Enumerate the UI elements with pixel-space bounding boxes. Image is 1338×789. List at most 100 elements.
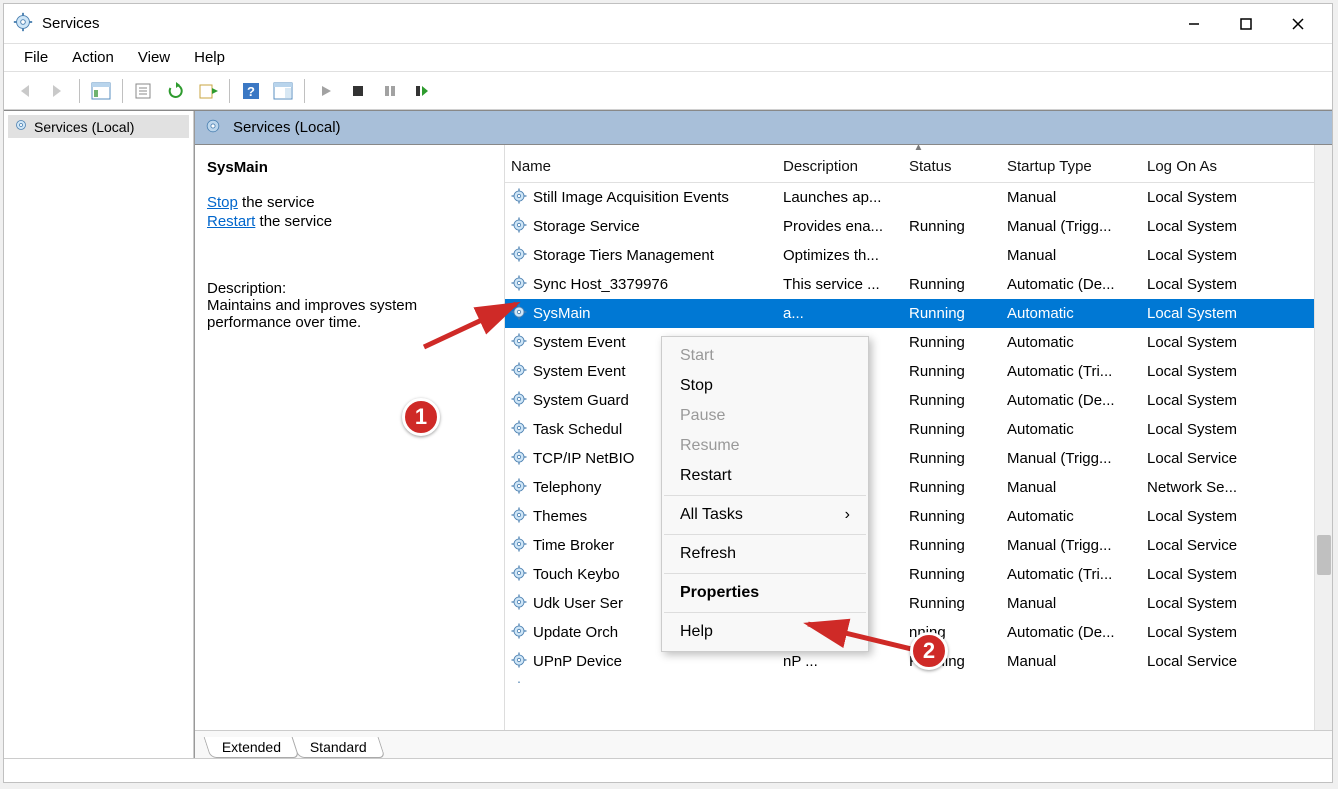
service-logon-as: Local System (1141, 330, 1281, 355)
stop-link-line: Stop the service (207, 194, 492, 211)
ctx-start: Start (662, 341, 868, 371)
service-row[interactable]: TCP/IP NetBIOup...RunningManual (Trigg..… (505, 444, 1332, 473)
service-status: Running (903, 446, 1001, 471)
column-startup-type[interactable]: Startup Type (1001, 151, 1141, 182)
menu-action[interactable]: Action (60, 46, 126, 69)
service-status (903, 252, 1001, 260)
toolbar: ? (4, 72, 1332, 110)
services-window: Services File Action View Help ? (3, 3, 1333, 783)
service-status: Running (903, 330, 1001, 355)
column-name[interactable]: Name (505, 151, 777, 182)
properties-toolbar-button[interactable] (130, 77, 158, 105)
service-status: Running (903, 591, 1001, 616)
service-logon-as: Local System (1141, 678, 1281, 683)
service-row[interactable]: Themesse...RunningAutomaticLocal System (505, 502, 1332, 531)
service-startup-type: Automatic (1001, 301, 1141, 326)
service-description: nP ... (777, 649, 903, 674)
service-status: nning (903, 620, 1001, 645)
service-row[interactable]: UPnP DevicenP ...RunningManualLocal Serv… (505, 647, 1332, 676)
ctx-stop[interactable]: Stop (662, 371, 868, 401)
ctx-help[interactable]: Help (662, 617, 868, 647)
column-status[interactable]: Status (903, 151, 1001, 182)
maximize-button[interactable] (1220, 6, 1272, 42)
help-toolbar-button[interactable]: ? (237, 77, 265, 105)
gear-icon (509, 302, 529, 326)
service-row[interactable]: Storage Tiers ManagementOptimizes th...M… (505, 241, 1332, 270)
tree-services-local[interactable]: Services (Local) (8, 115, 189, 138)
service-status: Running (903, 533, 1001, 558)
service-row[interactable]: SysMaina...RunningAutomaticLocal System (505, 299, 1332, 328)
ctx-restart[interactable]: Restart (662, 461, 868, 491)
column-description[interactable]: Description (777, 151, 903, 182)
ctx-properties[interactable]: Properties (662, 578, 868, 608)
stop-service-button[interactable] (344, 77, 372, 105)
gear-icon (509, 389, 529, 413)
start-service-button[interactable] (312, 77, 340, 105)
service-status: Running (903, 214, 1001, 239)
selected-service-name: SysMain (207, 159, 492, 176)
service-logon-as: Local System (1141, 504, 1281, 529)
service-description: Launches ap... (777, 185, 903, 210)
ctx-all-tasks[interactable]: All Tasks› (662, 500, 868, 530)
service-row[interactable]: Telephonyel...RunningManualNetwork Se... (505, 473, 1332, 502)
menu-view[interactable]: View (126, 46, 182, 69)
back-button[interactable] (12, 77, 40, 105)
service-status (903, 194, 1001, 202)
service-name: UPnP Device (533, 653, 622, 670)
service-row[interactable]: Update OrchWi...nningAutomatic (De...Loc… (505, 618, 1332, 647)
export-list-button[interactable] (194, 77, 222, 105)
gear-icon (509, 244, 529, 268)
detail-pane: SysMain Stop the service Restart the ser… (195, 145, 505, 730)
service-status: Running (903, 301, 1001, 326)
service-row[interactable]: System Guardan...RunningAutomatic (De...… (505, 386, 1332, 415)
service-row[interactable]: Sync Host_3379976This service ...Running… (505, 270, 1332, 299)
tab-standard[interactable]: Standard (292, 737, 386, 758)
context-menu: Start Stop Pause Resume Restart All Task… (661, 336, 869, 652)
gear-icon (509, 650, 529, 674)
tab-extended[interactable]: Extended (204, 737, 300, 758)
restart-service-button[interactable] (408, 77, 436, 105)
gear-icon (509, 186, 529, 210)
chevron-right-icon: › (845, 506, 850, 524)
right-header-title: Services (Local) (233, 119, 341, 136)
service-description: Provides ap... (777, 678, 903, 683)
list-body[interactable]: Still Image Acquisition EventsLaunches a… (505, 183, 1332, 683)
menu-help[interactable]: Help (182, 46, 237, 69)
show-hide-tree-button[interactable] (87, 77, 115, 105)
service-description: This service ... (777, 272, 903, 297)
show-hide-action-pane-button[interactable] (269, 77, 297, 105)
gear-icon (12, 116, 30, 137)
service-logon-as: Network Se... (1141, 475, 1281, 500)
gear-icon (509, 505, 529, 529)
service-row[interactable]: Time Brokeres ...RunningManual (Trigg...… (505, 531, 1332, 560)
scrollbar-thumb[interactable] (1317, 535, 1331, 575)
vertical-scrollbar[interactable] (1314, 145, 1332, 730)
service-startup-type: Automatic (1001, 504, 1141, 529)
service-row[interactable]: Udk User Seroo...RunningManualLocal Syst… (505, 589, 1332, 618)
service-row[interactable]: User Data Access_3379976Provides ap...Ru… (505, 676, 1332, 683)
service-name: Storage Service (533, 218, 640, 235)
list-column-headers: Name Description Status Startup Type Log… (505, 151, 1332, 183)
restart-service-link[interactable]: Restart (207, 213, 255, 230)
forward-button[interactable] (44, 77, 72, 105)
gear-icon (509, 534, 529, 558)
close-button[interactable] (1272, 6, 1324, 42)
service-startup-type: Manual (1001, 243, 1141, 268)
ctx-refresh[interactable]: Refresh (662, 539, 868, 569)
service-row[interactable]: System Eventsy...RunningAutomaticLocal S… (505, 328, 1332, 357)
minimize-button[interactable] (1168, 6, 1220, 42)
pause-service-button[interactable] (376, 77, 404, 105)
gear-icon (203, 116, 223, 140)
service-startup-type: Manual (1001, 475, 1141, 500)
service-row[interactable]: System Eventes ...RunningAutomatic (Tri.… (505, 357, 1332, 386)
column-log-on-as[interactable]: Log On As (1141, 151, 1281, 182)
refresh-toolbar-button[interactable] (162, 77, 190, 105)
menu-file[interactable]: File (12, 46, 60, 69)
bottom-tabs: Extended Standard (195, 730, 1332, 758)
service-row[interactable]: Touch Keybo...RunningAutomatic (Tri...Lo… (505, 560, 1332, 589)
service-name: Task Schedul (533, 421, 622, 438)
service-row[interactable]: Storage ServiceProvides ena...RunningMan… (505, 212, 1332, 241)
service-row[interactable]: Still Image Acquisition EventsLaunches a… (505, 183, 1332, 212)
stop-service-link[interactable]: Stop (207, 194, 238, 211)
service-row[interactable]: Task Schedulus...RunningAutomaticLocal S… (505, 415, 1332, 444)
